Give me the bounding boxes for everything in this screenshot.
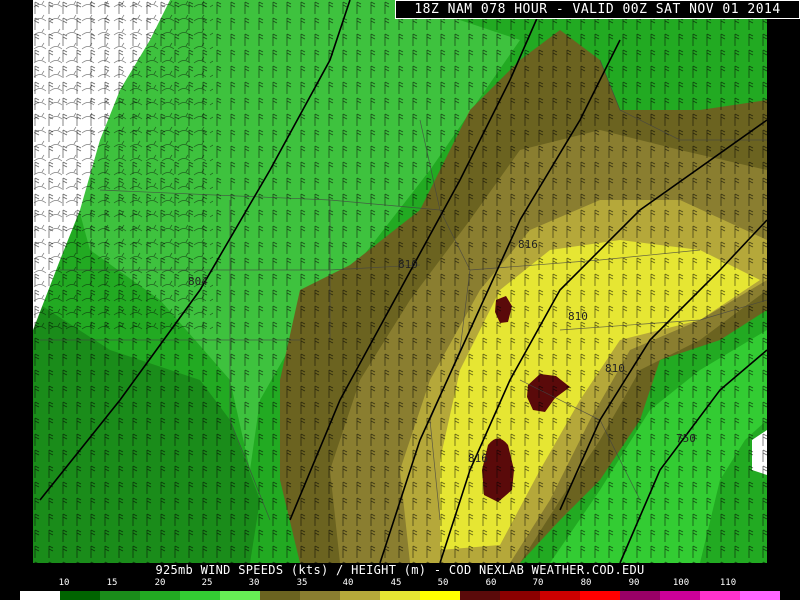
color-scale-bar — [20, 591, 780, 600]
scale-swatch — [620, 591, 661, 600]
scale-label: 25 — [201, 578, 213, 588]
scale-swatch — [460, 591, 501, 600]
scale-label: 35 — [296, 578, 308, 588]
scale-swatch — [580, 591, 621, 600]
scale-label: 100 — [672, 578, 690, 588]
height-contour-label: 804 — [188, 275, 208, 288]
scale-swatch — [220, 591, 261, 600]
scale-label: 110 — [719, 578, 737, 588]
scale-label: 60 — [485, 578, 497, 588]
color-scale-labels: 10 15 20 25 30 35 40 45 50 60 70 80 90 1… — [0, 577, 800, 589]
wind-barbs-west — [33, 0, 213, 330]
scale-swatch — [180, 591, 221, 600]
scale-swatch — [140, 591, 181, 600]
scale-label: 15 — [106, 578, 118, 588]
height-contour-label: 816 — [518, 238, 538, 251]
scale-swatch — [100, 591, 141, 600]
scale-swatch — [340, 591, 381, 600]
scale-swatch — [300, 591, 341, 600]
scale-swatch — [20, 591, 61, 600]
scale-swatch — [60, 591, 101, 600]
scale-swatch — [540, 591, 581, 600]
scale-label: 10 — [58, 578, 70, 588]
scale-label: 90 — [628, 578, 640, 588]
scale-swatch — [500, 591, 541, 600]
scale-swatch — [420, 591, 461, 600]
scale-swatch — [380, 591, 421, 600]
scale-swatch — [260, 591, 301, 600]
scale-label: 80 — [580, 578, 592, 588]
scale-label: 45 — [390, 578, 402, 588]
scale-swatch — [660, 591, 701, 600]
height-contour-label: 810 — [398, 258, 418, 271]
scale-swatch — [700, 591, 741, 600]
height-contour-label: 750 — [676, 432, 696, 445]
scale-swatch — [740, 591, 780, 600]
model-run-title: 18Z NAM 078 HOUR - VALID 00Z SAT NOV 01 … — [395, 0, 800, 19]
scale-label: 30 — [248, 578, 260, 588]
height-contour-label: 810 — [568, 310, 588, 323]
scale-label: 50 — [437, 578, 449, 588]
wind-speed-map: 804 810 816 810 810 816 750 — [33, 0, 768, 564]
map-caption: 925mb WIND SPEEDS (kts) / HEIGHT (m) - C… — [155, 563, 645, 577]
scale-label: 40 — [342, 578, 354, 588]
scale-label: 70 — [532, 578, 544, 588]
scale-label: 20 — [154, 578, 166, 588]
height-contour-label: 816 — [468, 452, 488, 465]
height-contour-label: 810 — [605, 362, 625, 375]
